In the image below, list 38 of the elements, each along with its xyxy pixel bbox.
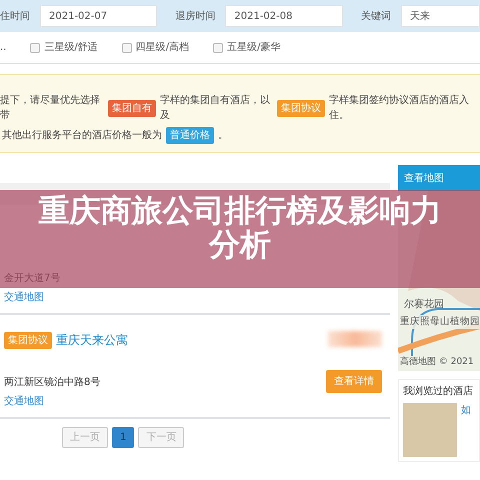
notice-text: 字样的集团自有酒店，以及 xyxy=(160,94,271,123)
photo-placeholder xyxy=(403,403,457,457)
checkbox-label: 四星级/高档 xyxy=(136,40,190,55)
map-label: 尔赛花园 xyxy=(404,298,444,312)
details-button[interactable]: 查看详情 xyxy=(326,370,382,393)
address-text: 金开大道7号 xyxy=(4,272,60,286)
input-field[interactable]: 2021-02-08 xyxy=(225,5,343,27)
banner-title: 重庆商旅公司排行榜及影响力分析 xyxy=(38,194,442,262)
notice-text: 。 xyxy=(218,129,228,143)
checkbox-label: 五星级/豪华 xyxy=(227,40,280,55)
address-text: 两江新区镜泊中路8号 xyxy=(4,376,102,390)
checkbox[interactable] xyxy=(213,42,224,52)
map-credit: 高德地图 © 2021 xyxy=(400,356,474,368)
map-button[interactable]: 查看地图 xyxy=(398,165,480,191)
field-label: 关键词 xyxy=(360,10,391,24)
panel-title: 我浏览过的酒店 xyxy=(403,384,474,399)
field-label: 住时间 xyxy=(0,10,30,24)
notice-text: 其他出行服务平台的酒店价格一般为 xyxy=(2,128,162,143)
map-link[interactable]: 交通地图 xyxy=(4,290,60,305)
tag: 普通价格 xyxy=(166,127,214,144)
tag: 集团协议 xyxy=(277,100,326,116)
input-field[interactable]: 2021-02-07 xyxy=(40,5,158,27)
hotel-name[interactable]: 重庆天来公寓 xyxy=(56,331,128,349)
map-link[interactable]: 交通地图 xyxy=(4,394,128,409)
input-field[interactable]: 天来 xyxy=(400,5,480,27)
page-button[interactable]: 1 xyxy=(112,427,134,448)
checkbox[interactable] xyxy=(122,42,132,52)
ellipsis-text: .. xyxy=(0,41,6,55)
notice-text: 提下，请尽量优先选择带 xyxy=(0,94,101,123)
checkbox[interactable] xyxy=(30,42,40,52)
tag: 集团协议 xyxy=(4,332,52,348)
map-label: 重庆照母山植物园 xyxy=(400,315,480,330)
notice-text: 字样集团签约协议酒店的酒店入住。 xyxy=(329,94,470,123)
field-label: 退房时间 xyxy=(175,10,216,24)
blurred-price xyxy=(328,331,382,347)
checkbox-label: 三星级/舒适 xyxy=(44,40,98,55)
tag: 集团自有 xyxy=(108,100,156,116)
hotel-link[interactable]: 如 xyxy=(461,403,471,457)
